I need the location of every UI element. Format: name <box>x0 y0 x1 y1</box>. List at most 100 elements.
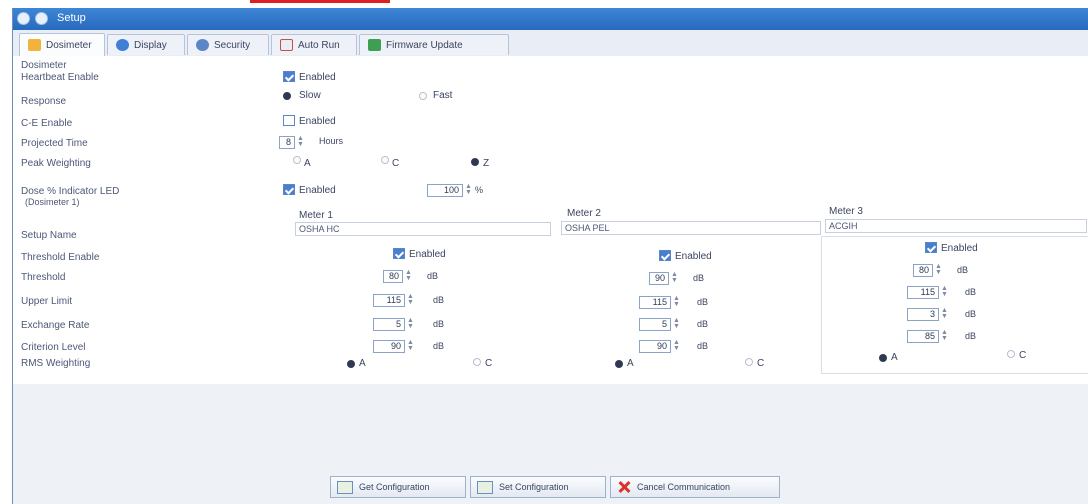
meter-2-weighting-a-label: A <box>627 358 634 369</box>
unit-label: dB <box>427 271 439 281</box>
meter-1-name-input[interactable]: OSHA HC <box>295 222 551 236</box>
setup-window: Setup Dosimeter Display Security Auto Ru… <box>12 8 1088 504</box>
meter-2-weighting-a-radio[interactable] <box>615 360 623 368</box>
dose-led-sublabel: (Dosimeter 1) <box>25 197 80 207</box>
download-icon <box>337 480 353 494</box>
stepper-arrows-icon[interactable]: ▲ ▼ <box>671 271 678 285</box>
security-icon <box>196 39 209 51</box>
meter-2-upper-limit-stepper[interactable]: 115 <box>639 296 671 309</box>
meter-3-exchange-rate-stepper[interactable]: 3 <box>907 308 939 321</box>
stepper-arrows-icon[interactable]: ▲ ▼ <box>941 329 948 343</box>
meter-3-name-input[interactable]: ACGIH <box>825 219 1087 233</box>
get-configuration-button[interactable]: Get Configuration <box>330 476 466 498</box>
peak-weighting-z-radio[interactable] <box>471 158 479 166</box>
settings-icon[interactable] <box>35 12 48 25</box>
meter-1-weighting-a-radio[interactable] <box>347 360 355 368</box>
stepper-arrows-icon[interactable]: ▲ ▼ <box>405 269 412 283</box>
firmware-icon <box>368 39 381 51</box>
peak-weighting-label: Peak Weighting <box>21 158 91 169</box>
cd-enable-label: C-E Enable <box>21 118 73 129</box>
unit-label: dB <box>965 331 977 341</box>
unit-label: dB <box>697 297 709 307</box>
meter-2-threshold-stepper[interactable]: 90 <box>649 272 669 285</box>
meter-3-upper-limit-stepper[interactable]: 115 <box>907 286 939 299</box>
calendar-icon <box>280 39 293 51</box>
title-bar: Setup <box>13 8 1088 30</box>
stepper-arrows-icon[interactable]: ▲ ▼ <box>407 339 414 353</box>
meter-1-threshold-stepper[interactable]: 80 <box>383 270 403 283</box>
stepper-arrows-icon[interactable]: ▲ ▼ <box>673 295 680 309</box>
peak-weighting-z-label: Z <box>483 158 490 169</box>
meter-1-criterion-stepper[interactable]: 90 <box>373 340 405 353</box>
response-fast-radio[interactable] <box>419 92 427 100</box>
meter-3-criterion-stepper[interactable]: 85 <box>907 330 939 343</box>
threshold-enable-label: Threshold Enable <box>21 252 100 263</box>
meter-3-threshold-stepper[interactable]: 80 <box>913 264 933 277</box>
unit-label: dB <box>697 319 709 329</box>
response-label: Response <box>21 96 67 107</box>
peak-weighting-c-radio[interactable] <box>381 156 389 164</box>
projected-time-stepper[interactable]: 8 <box>279 136 295 149</box>
meter-3-weighting-a-label: A <box>891 352 898 363</box>
stepper-arrows-icon[interactable]: ▲ ▼ <box>673 317 680 331</box>
projected-time-label: Projected Time <box>21 138 88 149</box>
meter-2-weighting-c-radio[interactable] <box>745 358 753 366</box>
meter-3-weighting-a-radio[interactable] <box>879 354 887 362</box>
window-title: Setup <box>57 12 86 24</box>
cd-enable-checkbox[interactable] <box>283 115 295 126</box>
tab-label: Security <box>214 39 251 51</box>
tab-label: Display <box>134 39 167 51</box>
button-label: Set Configuration <box>499 482 569 492</box>
button-label: Cancel Communication <box>637 482 731 492</box>
meter-3-weighting-c-label: C <box>1019 350 1027 361</box>
meter-3-enable-checkbox[interactable] <box>925 242 937 253</box>
stepper-arrows-icon[interactable]: ▲ ▼ <box>465 183 472 197</box>
meter-1-weighting-c-label: C <box>485 358 493 369</box>
tab-dosimeter[interactable]: Dosimeter <box>19 33 105 56</box>
meter-1-weighting-c-radio[interactable] <box>473 358 481 366</box>
peak-weighting-a-radio[interactable] <box>293 156 301 164</box>
dose-led-unit: % <box>475 185 484 195</box>
tab-label: Auto Run <box>298 39 340 51</box>
set-configuration-button[interactable]: Set Configuration <box>470 476 606 498</box>
response-slow-radio[interactable] <box>283 92 291 100</box>
threshold-label: Threshold <box>21 272 66 283</box>
tab-security[interactable]: Security <box>187 34 269 55</box>
red-annotation-line <box>250 0 390 3</box>
stepper-arrows-icon[interactable]: ▲ ▼ <box>297 135 304 149</box>
cancel-communication-button[interactable]: Cancel Communication <box>610 476 780 498</box>
meter-2-enable-checkbox[interactable] <box>659 250 671 261</box>
stepper-arrows-icon[interactable]: ▲ ▼ <box>407 293 414 307</box>
response-slow-label: Slow <box>299 90 321 101</box>
meter-3-title: Meter 3 <box>829 206 863 217</box>
meter-2-weighting-c-label: C <box>757 358 765 369</box>
tab-firmware-update[interactable]: Firmware Update <box>359 34 509 55</box>
tab-auto-run[interactable]: Auto Run <box>271 34 357 55</box>
stepper-arrows-icon[interactable]: ▲ ▼ <box>935 263 942 277</box>
display-icon <box>116 39 129 51</box>
meter-1-upper-limit-stepper[interactable]: 115 <box>373 294 405 307</box>
meter-1-enable-checkbox[interactable] <box>393 248 405 259</box>
meter-2-name-input[interactable]: OSHA PEL <box>561 221 821 235</box>
dose-led-value: Enabled <box>299 185 336 196</box>
dosimeter-settings-panel: Dosimeter Heartbeat Enable Enabled Respo… <box>13 56 1088 384</box>
meter-2-criterion-stepper[interactable]: 90 <box>639 340 671 353</box>
stepper-arrows-icon[interactable]: ▲ ▼ <box>941 307 948 321</box>
dose-led-checkbox[interactable] <box>283 184 295 195</box>
heartbeat-checkbox[interactable] <box>283 71 295 82</box>
unit-label: dB <box>433 319 445 329</box>
meter-2-exchange-rate-stepper[interactable]: 5 <box>639 318 671 331</box>
stepper-arrows-icon[interactable]: ▲ ▼ <box>673 339 680 353</box>
stepper-arrows-icon[interactable]: ▲ ▼ <box>941 285 948 299</box>
upper-limit-label: Upper Limit <box>21 296 73 307</box>
stepper-arrows-icon[interactable]: ▲ ▼ <box>407 317 414 331</box>
dose-led-stepper[interactable]: 100 <box>427 184 463 197</box>
tab-display[interactable]: Display <box>107 34 185 55</box>
criterion-level-label: Criterion Level <box>21 342 86 353</box>
setup-name-label: Setup Name <box>21 230 77 241</box>
peak-weighting-a-label: A <box>304 158 311 169</box>
meter-1-exchange-rate-stepper[interactable]: 5 <box>373 318 405 331</box>
meter-3-weighting-c-radio[interactable] <box>1007 350 1015 358</box>
meter-1-title: Meter 1 <box>299 210 333 221</box>
unit-label: dB <box>965 309 977 319</box>
